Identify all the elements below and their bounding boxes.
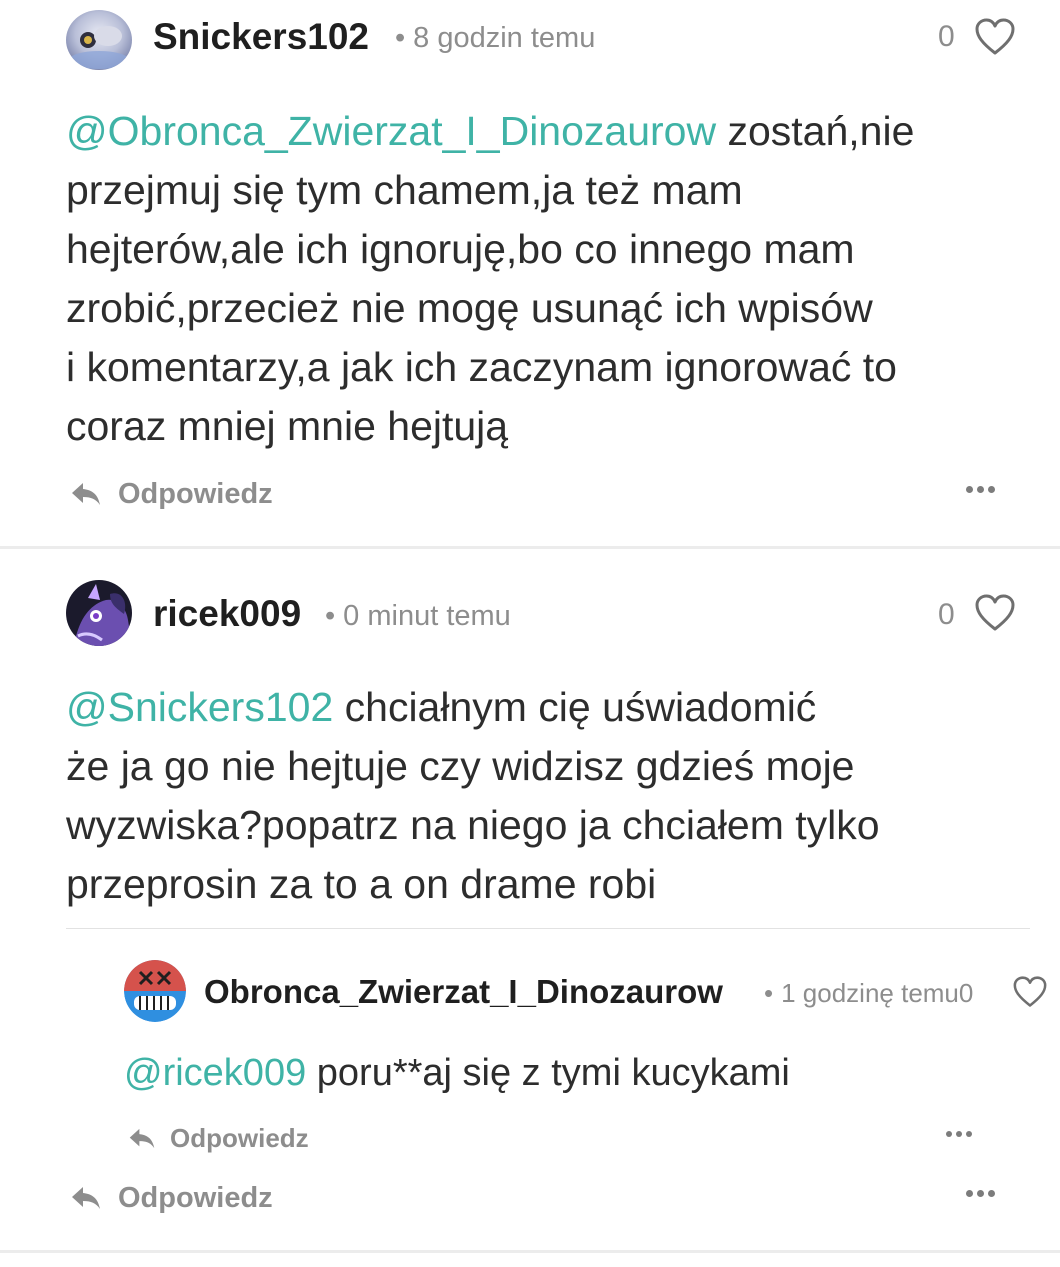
time-text: 1 godzinę temu	[781, 978, 959, 1008]
comment-divider	[0, 1250, 1060, 1253]
reply-button[interactable]: Odpowiedz	[128, 1122, 309, 1154]
comment-text: chciałnym cię uświadomić	[333, 684, 817, 730]
reply-label: Odpowiedz	[118, 477, 273, 510]
comment-timestamp: • 1 godzinę temu0	[764, 978, 973, 1009]
more-options-icon[interactable]	[946, 1131, 972, 1137]
username[interactable]: ricek009	[153, 593, 301, 635]
reply-button[interactable]: Odpowiedz	[70, 476, 273, 512]
reply-arrow-icon	[128, 1127, 156, 1150]
mention-link[interactable]: @ricek009	[124, 1052, 306, 1094]
avatar-image	[66, 10, 132, 70]
mention-link[interactable]: @Snickers102	[66, 684, 333, 730]
more-options-icon[interactable]	[966, 486, 995, 493]
heart-icon[interactable]	[974, 594, 1016, 632]
avatar[interactable]	[66, 580, 132, 646]
comment-line: wyzwiska?popatrz na niego ja chciałem ty…	[66, 802, 880, 848]
comment-timestamp: • 8 godzin temu	[395, 22, 595, 55]
reply-arrow-icon	[70, 1185, 102, 1211]
comment-text: poru**aj się z tymi kucykami	[306, 1052, 790, 1094]
reply-label: Odpowiedz	[118, 1181, 273, 1214]
heart-icon[interactable]	[1012, 976, 1048, 1008]
comment-line: zrobić,przecież nie mogę usunąć ich wpis…	[66, 285, 873, 331]
comment-line: @Snickers102 chciałnym cię uświadomić	[66, 678, 880, 737]
reply-label: Odpowiedz	[170, 1122, 309, 1153]
username[interactable]: Obronca_Zwierzat_I_Dinozaurow	[204, 973, 723, 1011]
like-count: 0	[938, 20, 955, 53]
comment-body: @Obronca_Zwierzat_I_Dinozaurow zostań,ni…	[66, 102, 914, 456]
comment-line: coraz mniej mnie hejtują	[66, 403, 509, 449]
comment-divider	[0, 546, 1060, 549]
comment-timestamp: • 0 minut temu	[325, 600, 511, 633]
avatar-image	[66, 580, 132, 646]
comment-line: przejmuj się tym chamem,ja też mam	[66, 167, 743, 213]
time-text: 8 godzin temu	[413, 22, 596, 54]
mention-link[interactable]: @Obronca_Zwierzat_I_Dinozaurow	[66, 108, 716, 154]
comment-line: przeprosin za to a on drame robi	[66, 861, 657, 907]
username[interactable]: Snickers102	[153, 16, 369, 58]
avatar-image	[124, 960, 186, 1022]
comment-line: hejterów,ale ich ignoruję,bo co innego m…	[66, 226, 855, 272]
like-count: 0	[958, 978, 974, 1008]
comment-body: @Snickers102 chciałnym cię uświadomić że…	[66, 678, 880, 914]
heart-icon[interactable]	[974, 18, 1016, 56]
comment-body: @ricek009 poru**aj się z tymi kucykami	[124, 1046, 790, 1100]
avatar[interactable]	[124, 960, 186, 1022]
meta-separator: •	[325, 600, 336, 632]
comment-line: że ja go nie hejtuje czy widzisz gdzieś …	[66, 743, 855, 789]
meta-separator: •	[764, 978, 774, 1008]
avatar[interactable]	[66, 10, 132, 70]
comment-line: i komentarzy,a jak ich zaczynam ignorowa…	[66, 344, 897, 390]
comment-line: @Obronca_Zwierzat_I_Dinozaurow zostań,ni…	[66, 102, 914, 161]
meta-separator: •	[395, 22, 406, 54]
time-text: 0 minut temu	[343, 600, 511, 632]
reply-arrow-icon	[70, 481, 102, 507]
like-count: 0	[938, 598, 955, 631]
comment-text: zostań,nie	[716, 108, 915, 154]
reply-button[interactable]: Odpowiedz	[70, 1180, 273, 1216]
nested-reply-divider	[66, 928, 1030, 929]
more-options-icon[interactable]	[966, 1190, 995, 1197]
